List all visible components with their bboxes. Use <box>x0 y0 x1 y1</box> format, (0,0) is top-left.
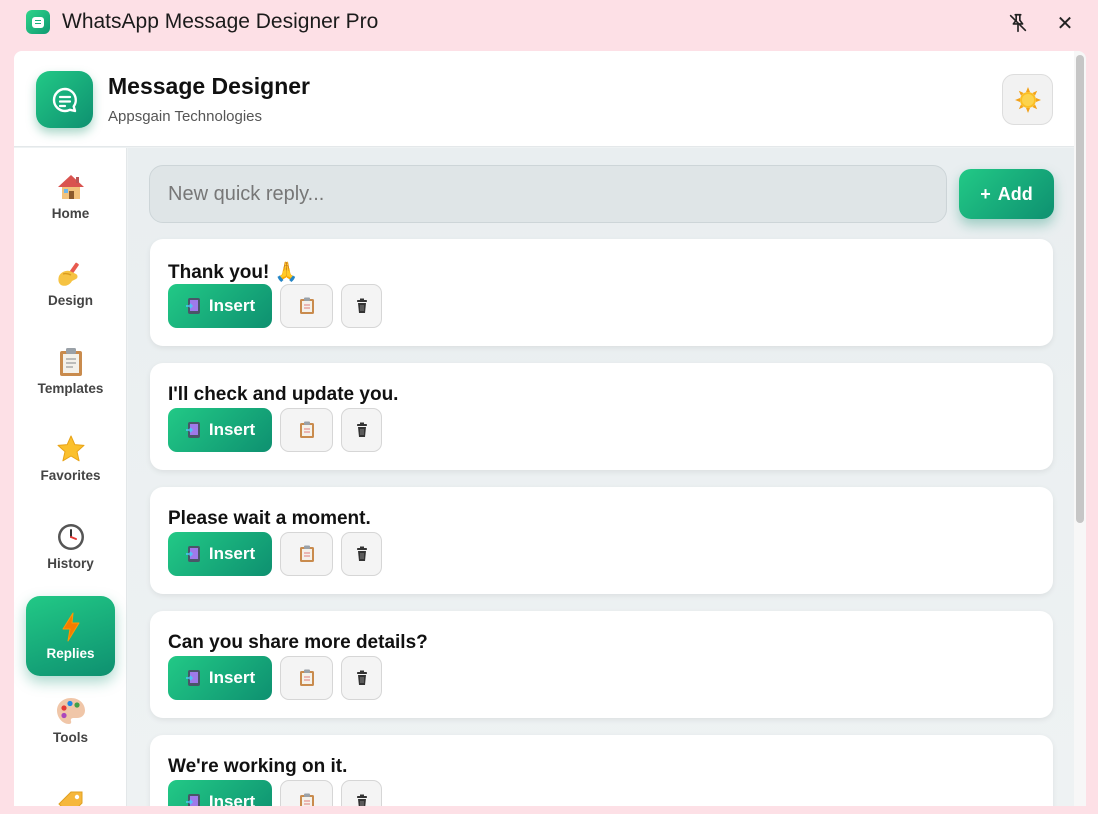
tag-icon <box>55 786 87 806</box>
delete-button[interactable] <box>341 408 382 452</box>
insert-icon <box>185 794 200 806</box>
delete-button[interactable] <box>341 284 382 328</box>
insert-button[interactable]: Insert <box>168 780 272 806</box>
clipboard-icon <box>299 421 314 438</box>
title-bar: WhatsApp Message Designer Pro ✕ <box>0 0 1098 46</box>
sidebar-item-design[interactable]: Design <box>26 243 115 323</box>
reply-text: I'll check and update you. <box>168 384 399 405</box>
trash-icon <box>356 298 367 313</box>
sidebar-item-favorites[interactable]: Favorites <box>26 418 115 498</box>
reply-text: We're working on it. <box>168 756 348 777</box>
reply-card: We're working on it. Insert <box>150 735 1053 806</box>
palette-icon <box>55 696 87 726</box>
insert-button[interactable]: Insert <box>168 532 272 576</box>
insert-icon <box>185 422 200 438</box>
sidebar-item-home[interactable]: Home <box>26 156 115 236</box>
reply-actions: Insert <box>168 408 382 452</box>
chat-bubble-icon <box>26 10 50 34</box>
clock-icon <box>56 522 86 552</box>
delete-button[interactable] <box>341 780 382 806</box>
clipboard-icon <box>299 669 314 686</box>
writing-hand-icon <box>55 259 87 289</box>
sidebar-item-tags[interactable] <box>26 763 115 806</box>
insert-label: Insert <box>208 420 256 439</box>
sun-icon <box>1014 86 1041 113</box>
delete-button[interactable] <box>341 656 382 700</box>
insert-button[interactable]: Insert <box>168 408 272 452</box>
lightning-icon <box>60 612 82 642</box>
trash-icon <box>356 794 367 806</box>
copy-button[interactable] <box>280 532 333 576</box>
insert-icon <box>185 546 200 562</box>
new-quick-reply-input[interactable] <box>149 165 947 223</box>
sidebar-item-label: Tools <box>53 729 88 745</box>
house-icon <box>56 172 86 202</box>
insert-icon <box>185 670 200 686</box>
copy-button[interactable] <box>280 656 333 700</box>
reply-actions: Insert <box>168 656 382 700</box>
app-subtitle: Appsgain Technologies <box>108 108 263 125</box>
insert-button[interactable]: Insert <box>168 284 272 328</box>
reply-actions: Insert <box>168 284 382 328</box>
insert-button[interactable]: Insert <box>168 656 272 700</box>
app-header: Message Designer Appsgain Technologies <box>14 51 1074 147</box>
reply-text: Thank you! 🙏 <box>168 262 299 283</box>
reply-text: Can you share more details? <box>168 632 428 653</box>
scrollbar[interactable] <box>1074 51 1086 806</box>
reply-card: Thank you! 🙏 Insert <box>150 239 1053 346</box>
star-icon <box>56 434 86 464</box>
trash-icon <box>356 546 367 561</box>
trash-icon <box>356 422 367 437</box>
clipboard-icon <box>58 347 84 377</box>
sidebar-item-label: Replies <box>46 645 95 661</box>
reply-card: I'll check and update you. Insert <box>150 363 1053 470</box>
clipboard-icon <box>299 545 314 562</box>
sidebar-item-label: Home <box>51 205 90 221</box>
add-reply-button[interactable]: + Add <box>959 169 1054 219</box>
sidebar-nav: Home Design Templates Favorites History … <box>14 148 127 806</box>
insert-label: Insert <box>208 296 256 315</box>
sidebar-item-label: Favorites <box>40 467 101 483</box>
close-icon[interactable]: ✕ <box>1050 8 1080 38</box>
insert-icon <box>185 298 200 314</box>
theme-toggle-button[interactable] <box>1002 74 1053 125</box>
plus-icon: + <box>980 183 991 204</box>
sidebar-item-label: Design <box>47 292 93 308</box>
clipboard-icon <box>299 793 314 806</box>
sidebar-item-history[interactable]: History <box>26 506 115 586</box>
reply-actions: Insert <box>168 780 382 806</box>
copy-button[interactable] <box>280 408 333 452</box>
sidebar-item-label: History <box>47 555 94 571</box>
reply-card: Please wait a moment. Insert <box>150 487 1053 594</box>
copy-button[interactable] <box>280 284 333 328</box>
app-window: Message Designer Appsgain Technologies H… <box>14 51 1086 806</box>
add-button-label: Add <box>997 183 1033 204</box>
delete-button[interactable] <box>341 532 382 576</box>
replies-panel: + Add Thank you! 🙏 Insert <box>128 148 1074 806</box>
sidebar-item-tools[interactable]: Tools <box>26 680 115 760</box>
chat-bubble-icon <box>36 71 93 128</box>
reply-card: Can you share more details? Insert <box>150 611 1053 718</box>
insert-label: Insert <box>208 668 256 687</box>
clipboard-icon <box>299 297 314 314</box>
reply-actions: Insert <box>168 532 382 576</box>
insert-label: Insert <box>208 792 256 806</box>
pin-off-icon[interactable] <box>1003 8 1033 38</box>
scrollbar-thumb[interactable] <box>1076 55 1084 523</box>
window-title: WhatsApp Message Designer Pro <box>62 10 379 33</box>
copy-button[interactable] <box>280 780 333 806</box>
app-title: Message Designer <box>108 73 310 99</box>
reply-text: Please wait a moment. <box>168 508 371 529</box>
sidebar-item-label: Templates <box>37 380 104 396</box>
sidebar-item-templates[interactable]: Templates <box>26 331 115 411</box>
insert-label: Insert <box>208 544 256 563</box>
trash-icon <box>356 670 367 685</box>
sidebar-item-replies[interactable]: Replies <box>26 596 115 676</box>
